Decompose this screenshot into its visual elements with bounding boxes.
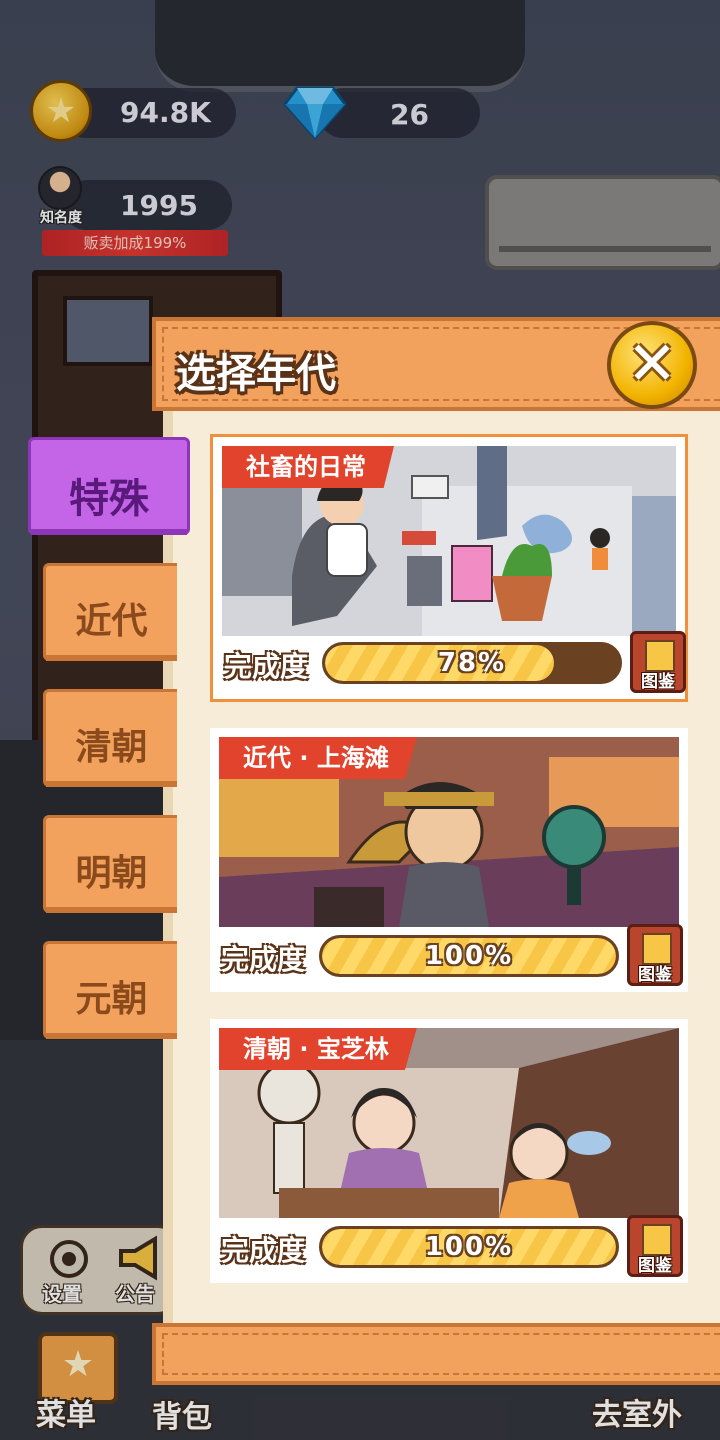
- tab-label: 近代: [75, 601, 148, 642]
- completion-value: 100%: [424, 1232, 514, 1262]
- completion-bar: 100%: [319, 1226, 619, 1268]
- era-name: 清朝 · 宝芝林: [219, 1028, 417, 1070]
- modal-title: 选择年代: [176, 351, 336, 397]
- completion-label: 完成度: [221, 1234, 306, 1267]
- completion-label: 完成度: [224, 650, 309, 683]
- era-scene-shanghai: 近代 · 上海滩: [219, 737, 679, 927]
- tab-yuan[interactable]: 元朝: [43, 941, 177, 1039]
- era-name: 近代 · 上海滩: [219, 737, 417, 779]
- completion-bar: 100%: [319, 935, 619, 977]
- close-button[interactable]: ✕: [607, 321, 697, 409]
- tab-label: 清朝: [75, 727, 148, 768]
- codex-button[interactable]: 图鉴: [630, 631, 686, 693]
- era-scene-qing: 清朝 · 宝芝林: [219, 1028, 679, 1218]
- completion-value: 78%: [437, 648, 507, 678]
- tab-qing[interactable]: 清朝: [43, 689, 177, 787]
- completion-row: 完成度 100% 图鉴: [219, 924, 683, 986]
- codex-label: 图鉴: [641, 672, 675, 692]
- tab-modern[interactable]: 近代: [43, 563, 177, 661]
- tab-label: 明朝: [75, 853, 148, 894]
- completion-bar: 78%: [322, 642, 622, 684]
- close-icon: ✕: [626, 329, 678, 399]
- tab-label: 特殊: [69, 476, 149, 522]
- completion-row: 完成度 100% 图鉴: [219, 1215, 683, 1277]
- codex-label: 图鉴: [638, 965, 672, 985]
- tab-special[interactable]: 特殊: [28, 437, 190, 535]
- tab-ming[interactable]: 明朝: [43, 815, 177, 913]
- codex-label: 图鉴: [638, 1256, 672, 1276]
- codex-button[interactable]: 图鉴: [627, 924, 683, 986]
- tab-label: 元朝: [75, 979, 148, 1020]
- era-card-shanghai[interactable]: 近代 · 上海滩 完成度 100% 图鉴: [210, 728, 688, 992]
- completion-value: 100%: [424, 941, 514, 971]
- era-name: 社畜的日常: [222, 446, 394, 488]
- completion-label: 完成度: [221, 943, 306, 976]
- era-card-office[interactable]: 社畜的日常 完成度 78% 图鉴: [210, 434, 688, 702]
- era-card-qing[interactable]: 清朝 · 宝芝林 完成度 100% 图鉴: [210, 1019, 688, 1283]
- codex-button[interactable]: 图鉴: [627, 1215, 683, 1277]
- era-scene-office: 社畜的日常: [222, 446, 676, 636]
- modal-footer: [152, 1323, 720, 1385]
- completion-row: 完成度 78% 图鉴: [222, 631, 686, 693]
